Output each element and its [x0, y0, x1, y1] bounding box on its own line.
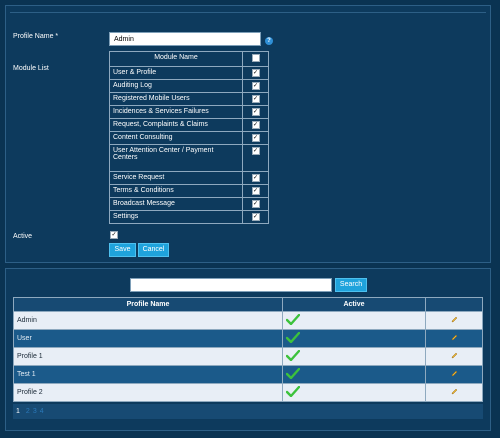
module-checkbox[interactable]: ✓ — [251, 147, 260, 155]
module-name: User & Profile — [109, 66, 243, 80]
profile-name-cell: User — [13, 329, 283, 348]
checkmark-icon — [285, 313, 301, 327]
module-checkbox[interactable]: ✓ — [251, 134, 260, 142]
module-name: Incidences & Services Failures — [109, 105, 243, 119]
module-name: Settings — [109, 210, 243, 224]
module-checkbox[interactable]: ✓ — [251, 69, 260, 77]
table-row: Profile 2 — [13, 383, 483, 402]
table-row: Profile 1 — [13, 347, 483, 366]
checkmark-icon — [285, 349, 301, 363]
edit-pencil-icon[interactable] — [451, 388, 458, 397]
edit-pencil-icon[interactable] — [451, 370, 458, 379]
module-row: Auditing Log ✓ — [109, 79, 269, 93]
profiles-table: Profile Name Active Admin User Profile 1 Te… — [13, 297, 483, 402]
module-checkbox[interactable]: ✓ — [251, 174, 260, 182]
edit-pencil-icon[interactable] — [451, 352, 458, 361]
edit-column-header — [425, 297, 483, 312]
table-row: Test 1 — [13, 365, 483, 384]
module-row: Service Request ✓ — [109, 171, 269, 185]
pager-current-page: 1 — [16, 408, 20, 415]
module-checkbox[interactable]: ✓ — [251, 213, 260, 221]
module-name: Content Consulting — [109, 131, 243, 145]
search-button[interactable]: Search — [335, 278, 367, 292]
module-checkbox[interactable]: ✓ — [251, 95, 260, 103]
save-button[interactable]: Save — [109, 243, 136, 257]
profile-name-input[interactable]: Admin — [109, 32, 261, 46]
module-row: User Attention Center / Payment Centers ✓ — [109, 144, 269, 172]
active-column-header: Active — [282, 297, 426, 312]
module-name: Request, Complaints & Claims — [109, 118, 243, 132]
profile-name-cell: Profile 2 — [13, 383, 283, 402]
checkmark-icon — [285, 367, 301, 381]
module-name: Auditing Log — [109, 79, 243, 93]
profile-name-column-header: Profile Name — [13, 297, 283, 312]
profile-name-cell: Test 1 — [13, 365, 283, 384]
module-name: User Attention Center / Payment Centers — [109, 144, 243, 172]
help-icon[interactable]: ? — [265, 37, 273, 45]
pager-page-link[interactable]: 3 — [33, 408, 37, 415]
search-input[interactable] — [130, 278, 332, 292]
profile-name-cell: Admin — [13, 311, 283, 330]
select-all-checkbox[interactable] — [251, 54, 260, 62]
module-checkbox[interactable]: ✓ — [251, 108, 260, 116]
pager-page-link[interactable]: 4 — [40, 408, 44, 415]
pager-page-link[interactable]: 2 — [26, 408, 30, 415]
edit-pencil-icon[interactable] — [451, 316, 458, 325]
edit-pencil-icon[interactable] — [451, 334, 458, 343]
module-row: Incidences & Services Failures ✓ — [109, 105, 269, 119]
module-name: Terms & Conditions — [109, 184, 243, 198]
module-checkbox[interactable]: ✓ — [251, 121, 260, 129]
checkmark-icon — [285, 385, 301, 399]
cancel-button[interactable]: Cancel — [138, 243, 169, 257]
profile-name-cell: Profile 1 — [13, 347, 283, 366]
module-name: Service Request — [109, 171, 243, 185]
module-name: Broadcast Message — [109, 197, 243, 211]
module-row: Terms & Conditions ✓ — [109, 184, 269, 198]
module-row: Request, Complaints & Claims ✓ — [109, 118, 269, 132]
checkmark-icon — [285, 331, 301, 345]
module-name-header: Module Name — [109, 51, 243, 67]
module-list-label: Module List — [13, 65, 49, 72]
module-name: Registered Mobile Users — [109, 92, 243, 106]
pagination: 1234 — [13, 404, 483, 419]
table-row: User — [13, 329, 483, 348]
table-row: Admin — [13, 311, 483, 330]
profile-name-label: Profile Name * — [13, 33, 59, 40]
module-checkbox[interactable]: ✓ — [251, 200, 260, 208]
module-row: Registered Mobile Users ✓ — [109, 92, 269, 106]
module-row: Settings ✓ — [109, 210, 269, 224]
module-checkbox[interactable]: ✓ — [251, 82, 260, 90]
module-row: Broadcast Message ✓ — [109, 197, 269, 211]
module-row: Content Consulting ✓ — [109, 131, 269, 145]
module-row: User & Profile ✓ — [109, 66, 269, 80]
module-list-table: Module Name User & Profile ✓ Auditing Log ✓… — [109, 51, 269, 224]
active-label: Active — [13, 233, 33, 240]
active-checkbox[interactable]: ✓ — [110, 231, 118, 239]
module-checkbox[interactable]: ✓ — [251, 187, 260, 195]
